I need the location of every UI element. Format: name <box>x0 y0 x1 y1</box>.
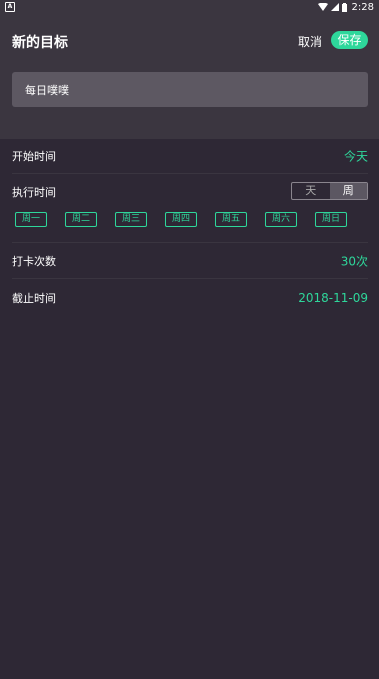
exec-time-row: 执行时间 天 周 周一 周二 周三 周四 周五 周六 周日 <box>12 175 368 243</box>
page-title: 新的目标 <box>12 35 68 51</box>
deadline-row[interactable]: 截止时间 2018-11-09 <box>12 280 368 315</box>
day-tue[interactable]: 周二 <box>65 212 97 227</box>
battery-icon <box>341 2 347 12</box>
day-mon[interactable]: 周一 <box>15 212 47 227</box>
wifi-icon <box>317 3 328 11</box>
deadline-label: 截止时间 <box>12 291 56 305</box>
weekday-selector: 周一 周二 周三 周四 周五 周六 周日 <box>15 212 355 228</box>
signal-icon <box>330 3 339 11</box>
toggle-week[interactable]: 周 <box>329 183 367 199</box>
toggle-day[interactable]: 天 <box>292 183 330 199</box>
day-sat[interactable]: 周六 <box>265 212 297 227</box>
checkin-count-label: 打卡次数 <box>12 255 56 268</box>
day-fri[interactable]: 周五 <box>215 212 247 227</box>
start-time-label: 开始时间 <box>12 150 56 163</box>
goal-name-input[interactable]: 每日噗噗 <box>12 72 368 107</box>
checkin-count-row[interactable]: 打卡次数 30次 <box>12 244 368 279</box>
status-bar: A 2:28 <box>0 0 379 14</box>
start-time-row[interactable]: 开始时间 今天 <box>12 139 368 174</box>
header: 新的目标 取消 保存 每日噗噗 <box>0 14 379 139</box>
notification-a-icon: A <box>5 2 15 12</box>
period-toggle[interactable]: 天 周 <box>291 182 368 200</box>
deadline-value[interactable]: 2018-11-09 <box>298 291 368 305</box>
status-left: A <box>5 2 15 12</box>
status-right: 2:28 <box>317 1 374 13</box>
cancel-button[interactable]: 取消 <box>298 33 322 50</box>
checkin-count-value[interactable]: 30次 <box>341 253 368 270</box>
day-wed[interactable]: 周三 <box>115 212 147 227</box>
exec-time-label: 执行时间 <box>12 186 56 199</box>
start-time-value[interactable]: 今天 <box>344 148 368 165</box>
day-thu[interactable]: 周四 <box>165 212 197 227</box>
status-time: 2:28 <box>351 1 374 13</box>
save-button[interactable]: 保存 <box>331 31 368 49</box>
day-sun[interactable]: 周日 <box>315 212 347 227</box>
